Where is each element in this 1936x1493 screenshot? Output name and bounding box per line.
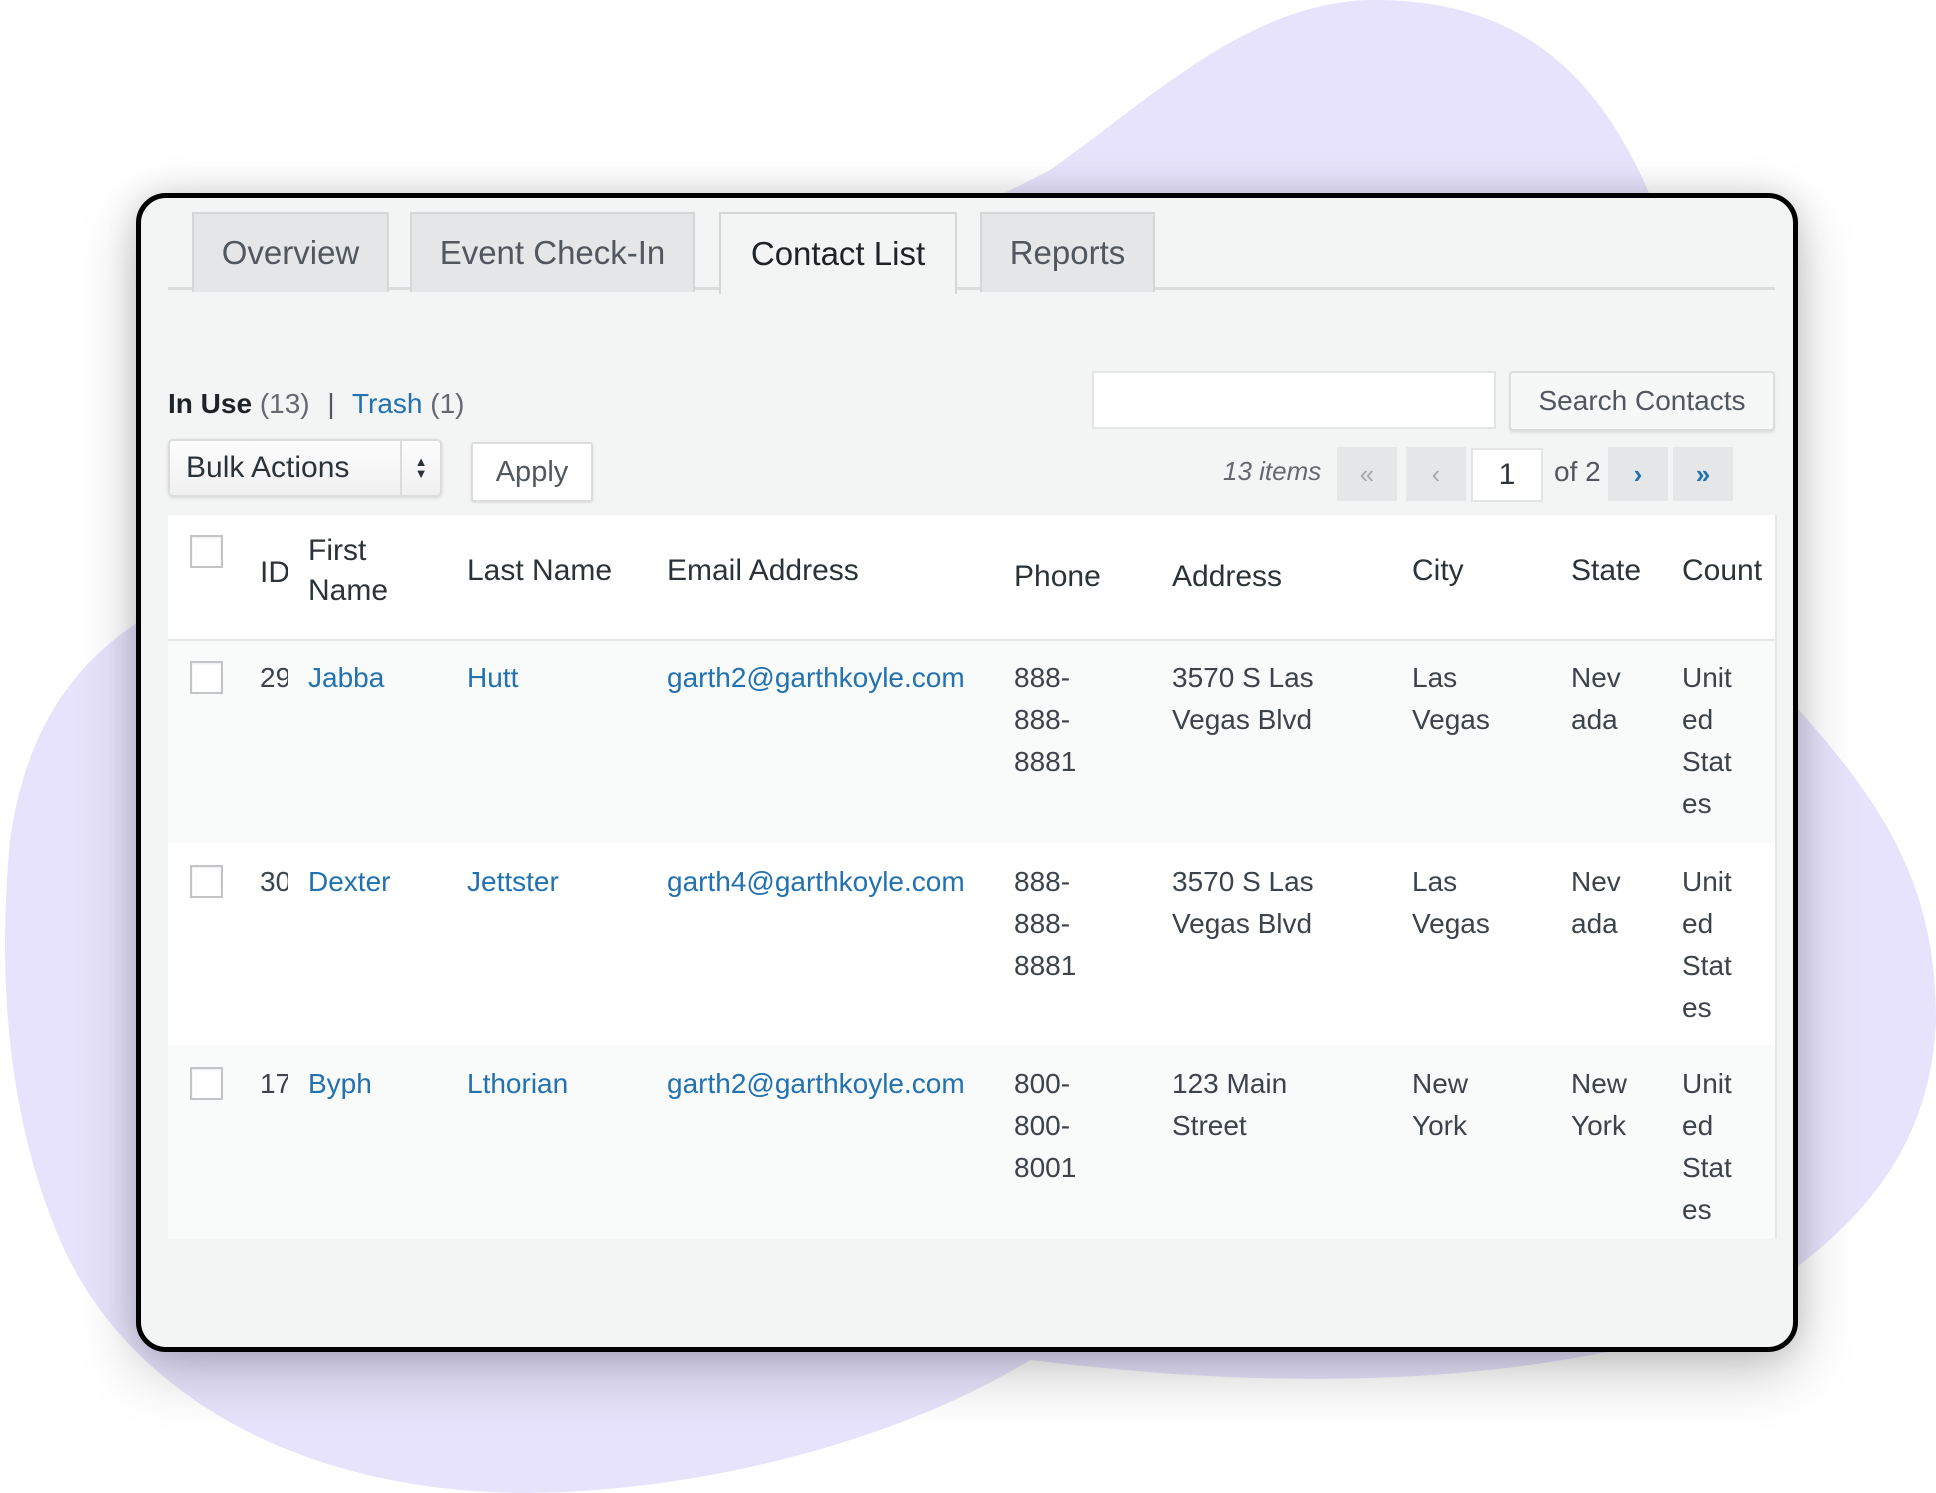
cell-last-name-link[interactable]: Lthorian [467,1063,568,1105]
double-chevron-left-icon: « [1359,458,1375,489]
table-header: ID First Name Last Name Email Address Ph… [168,515,1775,641]
in-use-count: (13) [259,388,310,419]
cell-address: 3570 S Las Vegas Blvd [1172,866,1314,939]
status-filters: In Use (13) | Trash (1) [168,388,465,420]
table-row: 17 Byph Lthorian garth2@garthkoyle.com 8… [168,1045,1775,1239]
cell-phone: 888- 888- 8881 [1014,662,1077,777]
search-contacts-input[interactable] [1092,371,1496,429]
column-header-country[interactable]: Count [1682,551,1762,591]
cell-address: 3570 S Las Vegas Blvd [1172,662,1314,735]
cell-first-name-link[interactable]: Jabba [308,657,384,699]
cell-city: Las Vegas [1412,866,1490,939]
cell-last-name-link[interactable]: Hutt [467,657,518,699]
cell-first-name-link[interactable]: Dexter [308,861,390,903]
tab-reports[interactable]: Reports [980,212,1155,292]
tab-label: Overview [221,234,360,271]
cell-country: Unit ed Stat es [1682,1068,1732,1225]
column-header-phone[interactable]: Phone [1014,557,1101,597]
column-header-address[interactable]: Address [1172,557,1282,597]
search-contacts-button[interactable]: Search Contacts [1509,371,1775,431]
chevron-right-icon: › [1633,458,1643,489]
row-checkbox[interactable] [190,661,223,694]
last-page-button[interactable]: » [1673,447,1733,501]
cell-city: New York [1412,1068,1469,1141]
apply-button[interactable]: Apply [471,442,593,502]
cell-first-name-link[interactable]: Byph [308,1063,372,1105]
column-header-state[interactable]: State [1571,551,1641,591]
select-updown-icon: ▲ ▼ [400,441,440,495]
cell-state: Nev ada [1571,866,1621,939]
cell-address: 123 Main Street [1172,1068,1288,1141]
tab-label: Reports [1009,234,1126,271]
current-page-input[interactable]: 1 [1471,448,1543,502]
trash-count: (1) [430,388,465,419]
row-checkbox[interactable] [190,1067,223,1100]
app-window: Overview Event Check-In Contact List Rep… [136,193,1798,1352]
column-header-first-name[interactable]: First Name [308,531,388,611]
table-row: 30 Dexter Jettster garth4@garthkoyle.com… [168,843,1775,1045]
cell-state: New York [1571,1068,1628,1141]
select-all-checkbox[interactable] [190,535,223,568]
row-checkbox[interactable] [190,865,223,898]
contacts-table: ID First Name Last Name Email Address Ph… [168,515,1777,1239]
cell-email-link[interactable]: garth2@garthkoyle.com [667,657,965,699]
next-page-button[interactable]: › [1608,447,1668,501]
total-pages: of 2 [1554,456,1601,487]
column-header-email[interactable]: Email Address [667,551,859,591]
bulk-actions-select[interactable]: Bulk Actions ▲ ▼ [168,439,442,497]
tab-label: Event Check-In [439,234,666,271]
tab-bar: Overview Event Check-In Contact List Rep… [168,212,1775,294]
filter-in-use[interactable]: In Use [168,388,252,419]
chevron-left-icon: ‹ [1431,458,1441,489]
column-header-last-name[interactable]: Last Name [467,551,612,591]
cell-email-link[interactable]: garth4@garthkoyle.com [667,861,965,903]
filter-separator: | [327,388,335,419]
table-row: 29 Jabba Hutt garth2@garthkoyle.com 888-… [168,641,1775,843]
filter-trash-link[interactable]: Trash [352,388,423,419]
prev-page-button[interactable]: ‹ [1406,447,1466,501]
tab-contact-list[interactable]: Contact List [719,212,957,294]
cell-state: Nev ada [1571,662,1621,735]
tab-event-check-in[interactable]: Event Check-In [410,212,695,292]
tab-overview[interactable]: Overview [192,212,389,292]
cell-id: 29 [260,662,288,693]
cell-city: Las Vegas [1412,662,1490,735]
cell-country: Unit ed Stat es [1682,662,1732,819]
current-page-value: 1 [1498,458,1516,491]
cell-email-link[interactable]: garth2@garthkoyle.com [667,1063,965,1105]
cell-last-name-link[interactable]: Jettster [467,861,559,903]
cell-phone: 888- 888- 8881 [1014,866,1077,981]
cell-phone: 800- 800- 8001 [1014,1068,1077,1183]
bulk-actions-selected: Bulk Actions [186,451,350,484]
cell-id: 17 [260,1068,288,1099]
apply-button-label: Apply [495,455,569,488]
cell-country: Unit ed Stat es [1682,866,1732,1023]
search-button-label: Search Contacts [1538,385,1746,416]
first-page-button[interactable]: « [1337,447,1397,501]
double-chevron-right-icon: » [1695,458,1711,489]
items-count: 13 items [1223,456,1322,486]
tab-label: Contact List [750,235,926,272]
column-header-city[interactable]: City [1412,551,1464,591]
column-header-id[interactable]: ID [260,553,288,593]
cell-id: 30 [260,866,288,897]
